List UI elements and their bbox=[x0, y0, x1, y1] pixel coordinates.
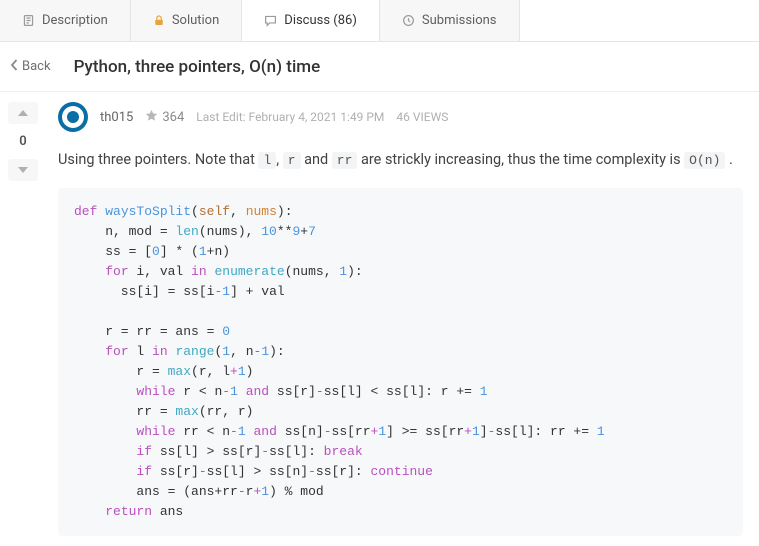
code-block[interactable]: def waysToSplit(self, nums): n, mod = le… bbox=[58, 188, 743, 536]
tab-submissions[interactable]: Submissions bbox=[380, 0, 520, 41]
tab-label: Description bbox=[42, 13, 108, 28]
last-edit: Last Edit: February 4, 2021 1:49 PM bbox=[196, 110, 384, 124]
tab-discuss[interactable]: Discuss (86) bbox=[242, 0, 380, 41]
inline-code: l bbox=[258, 152, 276, 169]
post-main: th015 364 Last Edit: February 4, 2021 1:… bbox=[46, 92, 759, 546]
tab-label: Solution bbox=[172, 13, 219, 28]
post-body: Using three pointers. Note that l, r and… bbox=[58, 148, 743, 172]
content-area: 0 th015 364 Last Edit: February 4, 2021 … bbox=[0, 92, 759, 546]
history-icon bbox=[402, 14, 415, 27]
author-name[interactable]: th015 bbox=[100, 110, 133, 125]
document-icon bbox=[22, 14, 35, 27]
reputation-value: 364 bbox=[162, 110, 184, 125]
tab-solution[interactable]: Solution bbox=[131, 0, 242, 41]
vote-count: 0 bbox=[19, 126, 26, 157]
comment-icon bbox=[264, 14, 277, 27]
tabs-bar: Description Solution Discuss (86) Submis… bbox=[0, 0, 759, 42]
chevron-left-icon bbox=[10, 59, 19, 75]
tab-description[interactable]: Description bbox=[0, 0, 131, 41]
post-meta: th015 364 Last Edit: February 4, 2021 1:… bbox=[58, 102, 743, 132]
star-icon bbox=[145, 109, 158, 126]
inline-code: rr bbox=[332, 152, 358, 169]
view-count: 46 VIEWS bbox=[396, 110, 448, 124]
tab-label: Submissions bbox=[422, 13, 497, 28]
tab-label: Discuss (86) bbox=[284, 13, 357, 28]
back-link[interactable]: Back bbox=[0, 59, 66, 75]
reputation: 364 bbox=[145, 109, 184, 126]
inline-code: r bbox=[283, 152, 301, 169]
vote-column: 0 bbox=[0, 92, 46, 546]
avatar[interactable] bbox=[58, 102, 88, 132]
back-label: Back bbox=[22, 59, 51, 74]
upvote-button[interactable] bbox=[8, 102, 38, 124]
inline-code: O(n) bbox=[684, 152, 725, 169]
post-header: Back Python, three pointers, O(n) time bbox=[0, 42, 759, 92]
downvote-button[interactable] bbox=[8, 159, 38, 181]
lock-icon bbox=[153, 14, 165, 27]
post-title: Python, three pointers, O(n) time bbox=[66, 57, 321, 77]
